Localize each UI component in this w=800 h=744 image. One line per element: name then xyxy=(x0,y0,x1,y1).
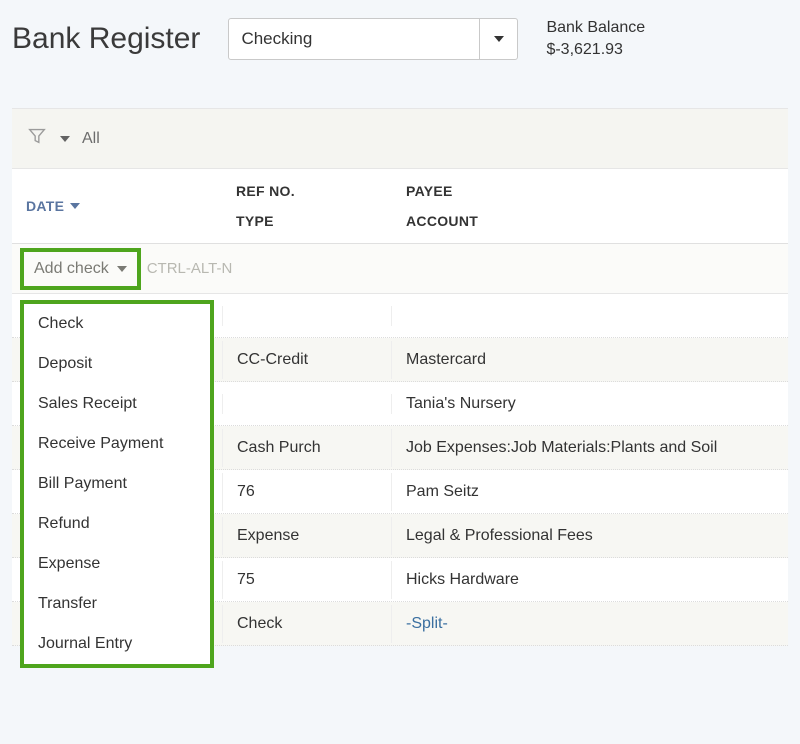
filter-icon[interactable] xyxy=(26,125,48,152)
cell-payee: Mastercard xyxy=(392,341,788,379)
add-check-button[interactable]: Add check xyxy=(20,248,141,290)
column-account-label: ACCOUNT xyxy=(406,213,774,229)
cell-ref: 76 xyxy=(222,473,392,511)
dropdown-item-refund[interactable]: Refund xyxy=(24,504,210,544)
balance-value: $-3,621.93 xyxy=(546,41,645,59)
cell-payee: Hicks Hardware xyxy=(392,561,788,599)
account-select[interactable]: Checking xyxy=(228,18,518,60)
add-check-label: Add check xyxy=(34,260,109,278)
dropdown-item-expense[interactable]: Expense xyxy=(24,544,210,584)
dropdown-item-receive-payment[interactable]: Receive Payment xyxy=(24,424,210,464)
chevron-down-icon xyxy=(494,36,504,42)
cell-payee xyxy=(392,306,788,326)
dropdown-item-check[interactable]: Check xyxy=(24,304,210,344)
column-payee[interactable]: PAYEE ACCOUNT xyxy=(392,169,788,243)
register-table: All DATE REF NO. TYPE PAYEE ACCOUNT Add … xyxy=(12,108,788,646)
shortcut-hint: CTRL-ALT-N xyxy=(147,260,233,277)
chevron-down-icon xyxy=(117,266,127,272)
cell-payee: Job Expenses:Job Materials:Plants and So… xyxy=(392,429,788,467)
column-payee-label: PAYEE xyxy=(406,183,774,199)
chevron-down-icon[interactable] xyxy=(60,136,70,142)
cell-ref xyxy=(222,394,392,414)
column-refno-label: REF NO. xyxy=(236,183,378,199)
sort-desc-icon xyxy=(70,203,80,209)
cell-ref: Check xyxy=(222,605,392,643)
filter-bar: All xyxy=(12,109,788,169)
column-ref[interactable]: REF NO. TYPE xyxy=(222,169,392,243)
cell-ref: Expense xyxy=(222,517,392,555)
account-select-value: Checking xyxy=(229,19,479,59)
cell-payee: Pam Seitz xyxy=(392,473,788,511)
page-title: Bank Register xyxy=(12,22,200,56)
filter-label: All xyxy=(82,130,100,148)
balance-block: Bank Balance $-3,621.93 xyxy=(546,19,645,59)
add-row: Add check CTRL-ALT-N Check Deposit Sales… xyxy=(12,244,788,294)
cell-ref: 75 xyxy=(222,561,392,599)
dropdown-item-sales-receipt[interactable]: Sales Receipt xyxy=(24,384,210,424)
table-header: DATE REF NO. TYPE PAYEE ACCOUNT xyxy=(12,169,788,244)
cell-ref: CC-Credit xyxy=(222,341,392,379)
cell-ref xyxy=(222,306,392,326)
cell-payee: Legal & Professional Fees xyxy=(392,517,788,555)
cell-payee-split-link[interactable]: -Split- xyxy=(392,605,788,643)
cell-payee: Tania's Nursery xyxy=(392,385,788,423)
add-check-dropdown: Check Deposit Sales Receipt Receive Paym… xyxy=(20,300,214,668)
dropdown-item-journal-entry[interactable]: Journal Entry xyxy=(24,624,210,664)
column-type-label: TYPE xyxy=(236,213,378,229)
column-date[interactable]: DATE xyxy=(12,169,222,243)
balance-label: Bank Balance xyxy=(546,19,645,37)
dropdown-item-deposit[interactable]: Deposit xyxy=(24,344,210,384)
page-header: Bank Register Checking Bank Balance $-3,… xyxy=(0,0,800,78)
cell-ref: Cash Purch xyxy=(222,429,392,467)
account-select-toggle[interactable] xyxy=(479,19,517,59)
dropdown-item-bill-payment[interactable]: Bill Payment xyxy=(24,464,210,504)
column-date-label: DATE xyxy=(26,198,64,214)
dropdown-item-transfer[interactable]: Transfer xyxy=(24,584,210,624)
